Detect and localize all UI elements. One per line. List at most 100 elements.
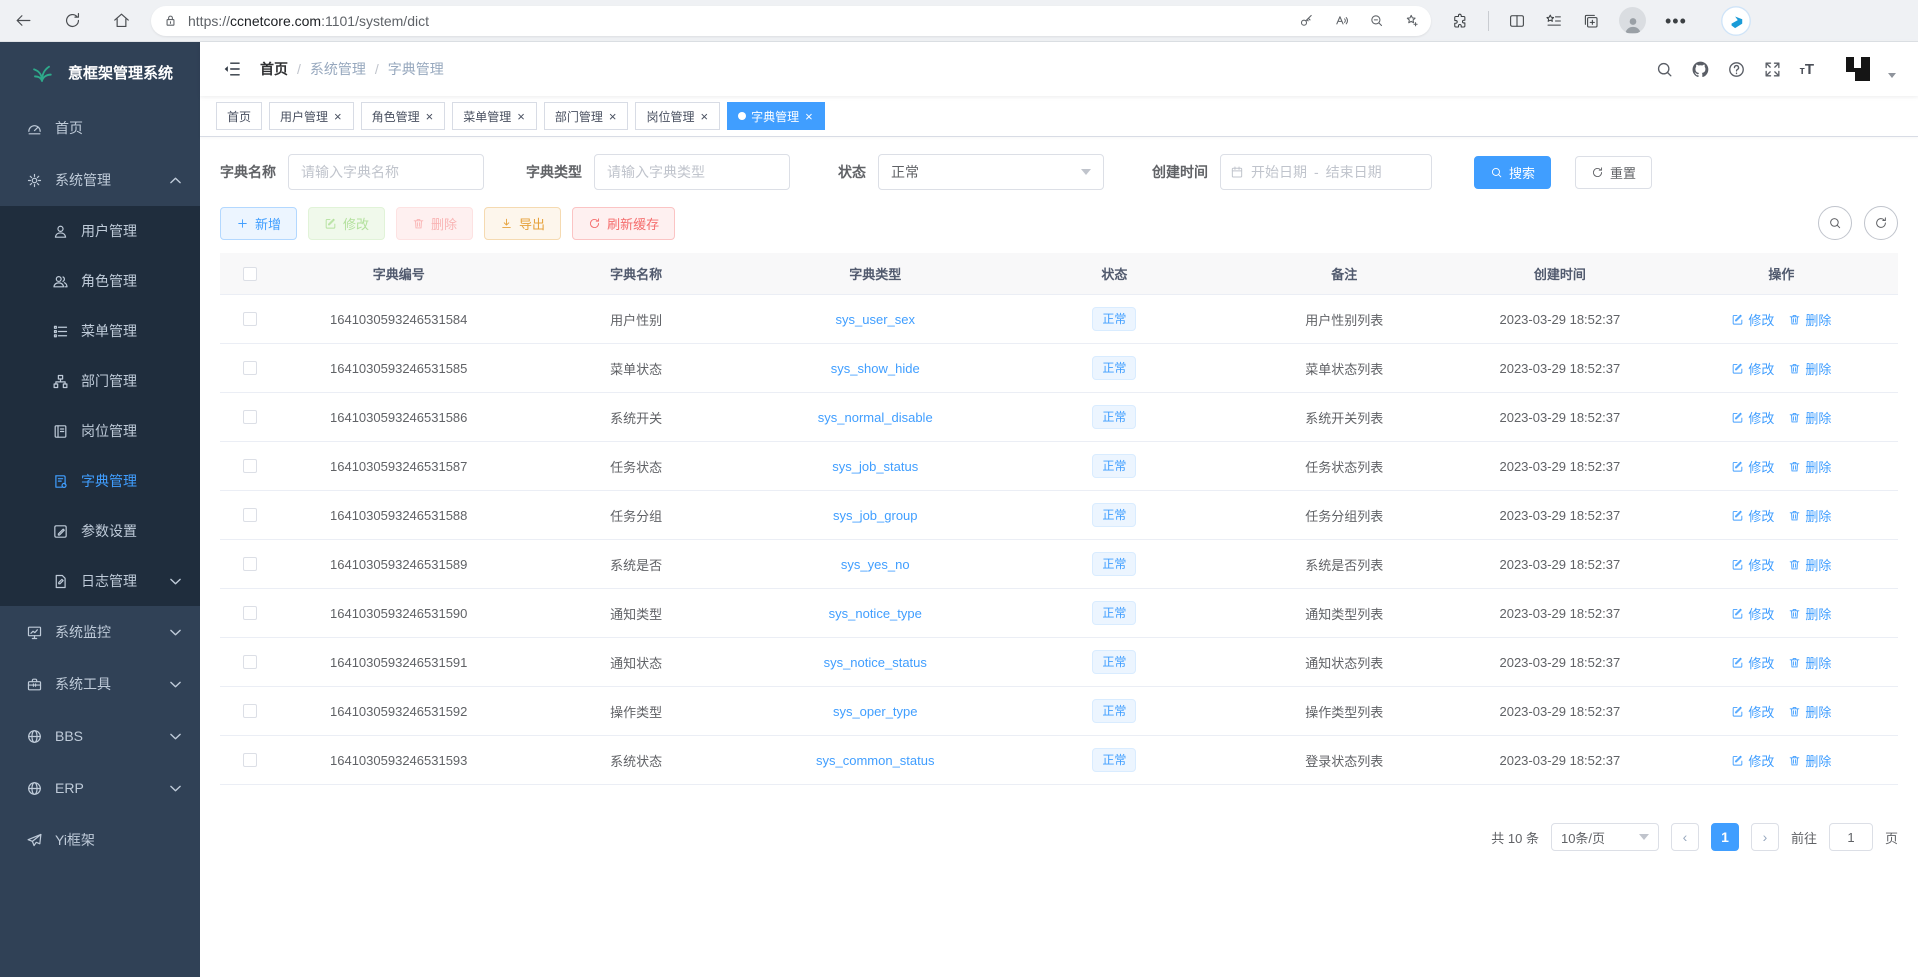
close-tab-icon[interactable]: × bbox=[608, 110, 618, 123]
yi-logo[interactable] bbox=[1841, 52, 1875, 86]
page-1-button[interactable]: 1 bbox=[1711, 823, 1739, 851]
row-delete-link[interactable]: 删除 bbox=[1788, 310, 1831, 329]
add-button[interactable]: 新增 bbox=[220, 207, 297, 240]
split-screen-icon[interactable] bbox=[1508, 12, 1526, 30]
favorites-icon[interactable] bbox=[1545, 12, 1563, 30]
url-text[interactable]: https://ccnetcore.com:1101/system/dict bbox=[188, 13, 1299, 29]
row-edit-link[interactable]: 修改 bbox=[1731, 702, 1774, 721]
row-checkbox[interactable] bbox=[243, 753, 257, 767]
breadcrumb-home[interactable]: 首页 bbox=[260, 59, 288, 79]
row-delete-link[interactable]: 删除 bbox=[1788, 751, 1831, 770]
row-checkbox[interactable] bbox=[243, 606, 257, 620]
help-icon[interactable] bbox=[1727, 60, 1746, 79]
row-edit-link[interactable]: 修改 bbox=[1731, 751, 1774, 770]
password-key-icon[interactable] bbox=[1299, 13, 1314, 28]
dict-type-link[interactable]: sys_show_hide bbox=[831, 361, 920, 376]
refresh-table-button[interactable] bbox=[1864, 206, 1898, 240]
reset-button[interactable]: 重置 bbox=[1575, 156, 1652, 189]
select-all-checkbox[interactable] bbox=[243, 267, 257, 281]
row-edit-link[interactable]: 修改 bbox=[1731, 653, 1774, 672]
collections-icon[interactable] bbox=[1582, 12, 1600, 30]
fullscreen-icon[interactable] bbox=[1763, 60, 1782, 79]
profile-caret-icon[interactable] bbox=[1888, 73, 1896, 78]
row-checkbox[interactable] bbox=[243, 312, 257, 326]
dict-type-link[interactable]: sys_common_status bbox=[816, 753, 935, 768]
sidebar-item-system-mgmt[interactable]: 系统管理 bbox=[0, 154, 200, 206]
row-edit-link[interactable]: 修改 bbox=[1731, 310, 1774, 329]
header-search-icon[interactable] bbox=[1655, 60, 1674, 79]
address-bar[interactable]: https://ccnetcore.com:1101/system/dict bbox=[151, 6, 1431, 36]
row-edit-link[interactable]: 修改 bbox=[1731, 359, 1774, 378]
next-page-button[interactable]: › bbox=[1751, 823, 1779, 851]
sidebar-item-dict-mgmt[interactable]: 字典管理 bbox=[0, 456, 200, 506]
dict-type-link[interactable]: sys_notice_status bbox=[824, 655, 927, 670]
close-tab-icon[interactable]: × bbox=[516, 110, 526, 123]
edit-button[interactable]: 修改 bbox=[308, 207, 385, 240]
sidebar-item-system-tools[interactable]: 系统工具 bbox=[0, 658, 200, 710]
bing-copilot-icon[interactable] bbox=[1720, 5, 1752, 37]
row-checkbox[interactable] bbox=[243, 508, 257, 522]
status-select[interactable]: 正常 bbox=[878, 154, 1104, 190]
close-tab-icon[interactable]: × bbox=[804, 110, 814, 123]
add-favorite-icon[interactable] bbox=[1404, 13, 1419, 28]
row-checkbox[interactable] bbox=[243, 704, 257, 718]
sidebar-item-home[interactable]: 首页 bbox=[0, 102, 200, 154]
sidebar-item-dept-mgmt[interactable]: 部门管理 bbox=[0, 356, 200, 406]
view-tab[interactable]: 用户管理 × bbox=[269, 102, 354, 130]
github-icon[interactable] bbox=[1691, 60, 1710, 79]
browser-back-icon[interactable] bbox=[14, 11, 33, 30]
row-delete-link[interactable]: 删除 bbox=[1788, 457, 1831, 476]
view-tab[interactable]: 首页 × bbox=[216, 102, 262, 130]
prev-page-button[interactable]: ‹ bbox=[1671, 823, 1699, 851]
view-tab[interactable]: 角色管理 × bbox=[361, 102, 446, 130]
row-delete-link[interactable]: 删除 bbox=[1788, 359, 1831, 378]
export-button[interactable]: 导出 bbox=[484, 207, 561, 240]
dict-type-link[interactable]: sys_normal_disable bbox=[818, 410, 933, 425]
sidebar-item-menu-mgmt[interactable]: 菜单管理 bbox=[0, 306, 200, 356]
row-edit-link[interactable]: 修改 bbox=[1731, 457, 1774, 476]
date-range-picker[interactable]: 开始日期 - 结束日期 bbox=[1220, 154, 1432, 190]
dict-name-input[interactable] bbox=[301, 164, 471, 180]
dict-type-link[interactable]: sys_job_status bbox=[832, 459, 918, 474]
view-tab[interactable]: 菜单管理 × bbox=[452, 102, 537, 130]
view-tab[interactable]: 字典管理 × bbox=[727, 102, 825, 130]
delete-button[interactable]: 删除 bbox=[396, 207, 473, 240]
row-checkbox[interactable] bbox=[243, 557, 257, 571]
browser-profile-avatar[interactable] bbox=[1619, 7, 1646, 34]
view-tab[interactable]: 岗位管理 × bbox=[635, 102, 720, 130]
browser-home-icon[interactable] bbox=[112, 11, 131, 30]
row-delete-link[interactable]: 删除 bbox=[1788, 702, 1831, 721]
font-size-icon[interactable]: тT bbox=[1799, 61, 1814, 78]
row-delete-link[interactable]: 删除 bbox=[1788, 555, 1831, 574]
dict-type-link[interactable]: sys_notice_type bbox=[829, 606, 922, 621]
sidebar-item-log-mgmt[interactable]: 日志管理 bbox=[0, 556, 200, 606]
close-tab-icon[interactable]: × bbox=[699, 110, 709, 123]
sidebar-item-erp[interactable]: ERP bbox=[0, 762, 200, 814]
page-size-select[interactable]: 10条/页 bbox=[1551, 823, 1659, 851]
dict-type-link[interactable]: sys_job_group bbox=[833, 508, 918, 523]
dict-type-link[interactable]: sys_user_sex bbox=[836, 312, 915, 327]
sidebar-item-role-mgmt[interactable]: 角色管理 bbox=[0, 256, 200, 306]
dict-type-link[interactable]: sys_yes_no bbox=[841, 557, 910, 572]
toggle-search-button[interactable] bbox=[1818, 206, 1852, 240]
row-edit-link[interactable]: 修改 bbox=[1731, 604, 1774, 623]
sidebar-item-yi-framework[interactable]: Yi框架 bbox=[0, 814, 200, 866]
row-delete-link[interactable]: 删除 bbox=[1788, 604, 1831, 623]
row-delete-link[interactable]: 删除 bbox=[1788, 408, 1831, 427]
sidebar-item-system-monitor[interactable]: 系统监控 bbox=[0, 606, 200, 658]
dict-type-input[interactable] bbox=[607, 164, 777, 180]
browser-menu-icon[interactable]: ••• bbox=[1665, 16, 1687, 26]
close-tab-icon[interactable]: × bbox=[425, 110, 435, 123]
sidebar-item-post-mgmt[interactable]: 岗位管理 bbox=[0, 406, 200, 456]
sidebar-item-user-mgmt[interactable]: 用户管理 bbox=[0, 206, 200, 256]
row-delete-link[interactable]: 删除 bbox=[1788, 653, 1831, 672]
browser-reload-icon[interactable] bbox=[63, 11, 82, 30]
view-tab[interactable]: 部门管理 × bbox=[544, 102, 629, 130]
sidebar-item-bbs[interactable]: BBS bbox=[0, 710, 200, 762]
row-checkbox[interactable] bbox=[243, 655, 257, 669]
close-tab-icon[interactable]: × bbox=[333, 110, 343, 123]
row-edit-link[interactable]: 修改 bbox=[1731, 555, 1774, 574]
sidebar-collapse-icon[interactable] bbox=[222, 59, 242, 79]
row-checkbox[interactable] bbox=[243, 361, 257, 375]
zoom-out-icon[interactable] bbox=[1369, 13, 1384, 28]
